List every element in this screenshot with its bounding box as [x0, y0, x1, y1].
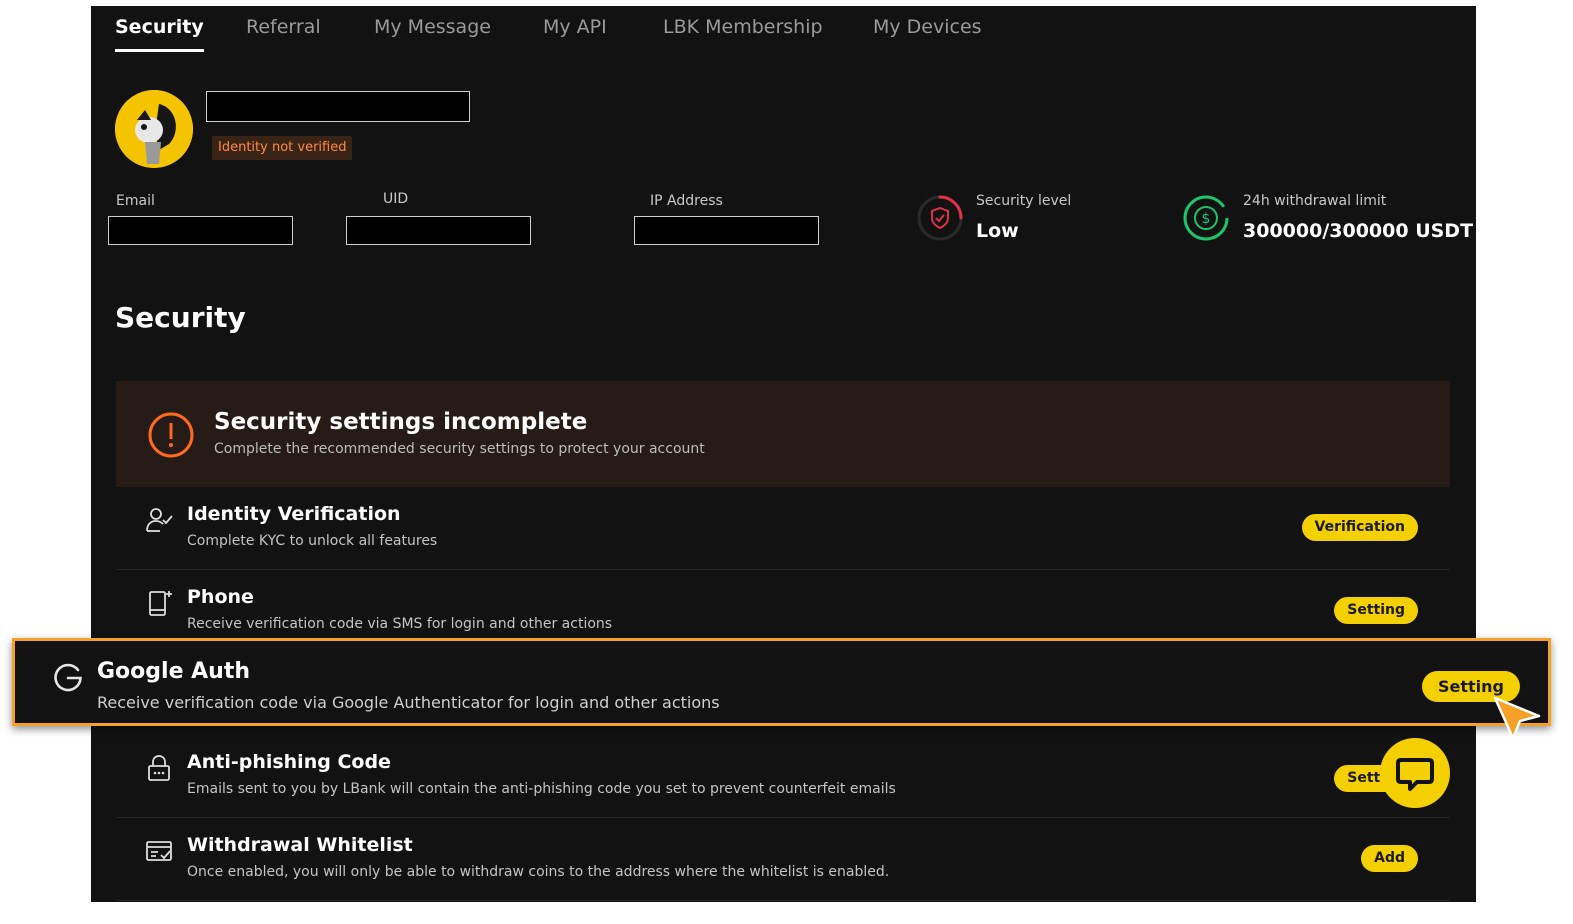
ip-address-label: IP Address — [650, 193, 723, 209]
item-title: Phone — [187, 586, 254, 608]
item-description: Emails sent to you by LBank will contain… — [187, 781, 896, 797]
tab-security[interactable]: Security — [115, 16, 204, 52]
chat-support-button[interactable] — [1380, 738, 1450, 808]
email-value-redacted — [108, 216, 293, 245]
email-label: Email — [116, 193, 155, 209]
identity-status-badge[interactable]: Identity not verified — [212, 136, 353, 160]
banner-title: Security settings incomplete — [214, 409, 588, 435]
security-level-label: Security level — [976, 193, 1072, 209]
item-description: Complete KYC to unlock all features — [187, 533, 438, 549]
security-level-value: Low — [976, 220, 1019, 242]
item-description: Receive verification code via Google Aut… — [97, 693, 720, 712]
tab-my-message[interactable]: My Message — [374, 16, 491, 48]
item-title: Identity Verification — [187, 503, 401, 525]
banner-subtitle: Complete the recommended security settin… — [214, 441, 705, 457]
item-description: Receive verification code via SMS for lo… — [187, 616, 613, 632]
warning-icon — [148, 412, 194, 458]
security-item-identity-verification: Identity Verification Complete KYC to un… — [116, 487, 1450, 570]
tab-referral[interactable]: Referral — [246, 16, 321, 48]
item-title: Withdrawal Whitelist — [187, 834, 413, 856]
svg-text:$: $ — [1202, 211, 1211, 227]
chat-icon — [1396, 758, 1434, 791]
google-icon — [54, 663, 82, 692]
section-title: Security — [115, 301, 246, 334]
withdrawal-limit-label: 24h withdrawal limit — [1243, 193, 1387, 209]
security-warning-banner: Security settings incomplete Complete th… — [116, 381, 1450, 487]
pointer-cursor-icon — [1493, 696, 1541, 740]
security-item-anti-phishing: Anti-phishing Code Emails sent to you by… — [116, 735, 1450, 818]
user-check-icon — [146, 508, 173, 532]
phone-setting-button[interactable]: Setting — [1334, 597, 1418, 624]
tab-lbk-membership[interactable]: LBK Membership — [663, 16, 823, 48]
security-item-withdrawal-whitelist: Withdrawal Whitelist Once enabled, you w… — [116, 818, 1450, 901]
uid-value-redacted — [346, 216, 531, 245]
lock-icon — [148, 755, 170, 781]
avatar — [115, 90, 193, 168]
whitelist-add-button[interactable]: Add — [1361, 845, 1418, 872]
username-redacted — [206, 91, 470, 122]
security-item-google-auth: Google Auth Receive verification code vi… — [12, 638, 1551, 726]
ip-address-value-redacted — [634, 216, 819, 245]
withdrawal-limit-dollar-icon: $ — [1183, 195, 1229, 241]
security-level-shield-icon — [917, 195, 963, 241]
whitelist-icon — [146, 841, 172, 861]
phone-icon — [149, 591, 172, 616]
tab-my-devices[interactable]: My Devices — [873, 16, 982, 48]
tab-my-api[interactable]: My API — [543, 16, 607, 48]
account-panel: Security Referral My Message My API LBK … — [91, 6, 1476, 902]
uid-label: UID — [383, 191, 409, 207]
item-title: Google Auth — [97, 659, 251, 684]
withdrawal-limit-value: 300000/300000 USDT — [1243, 220, 1474, 242]
item-title: Anti-phishing Code — [187, 751, 391, 773]
item-description: Once enabled, you will only be able to w… — [187, 864, 890, 880]
verification-button[interactable]: Verification — [1301, 514, 1418, 541]
avatar-image — [115, 90, 193, 168]
